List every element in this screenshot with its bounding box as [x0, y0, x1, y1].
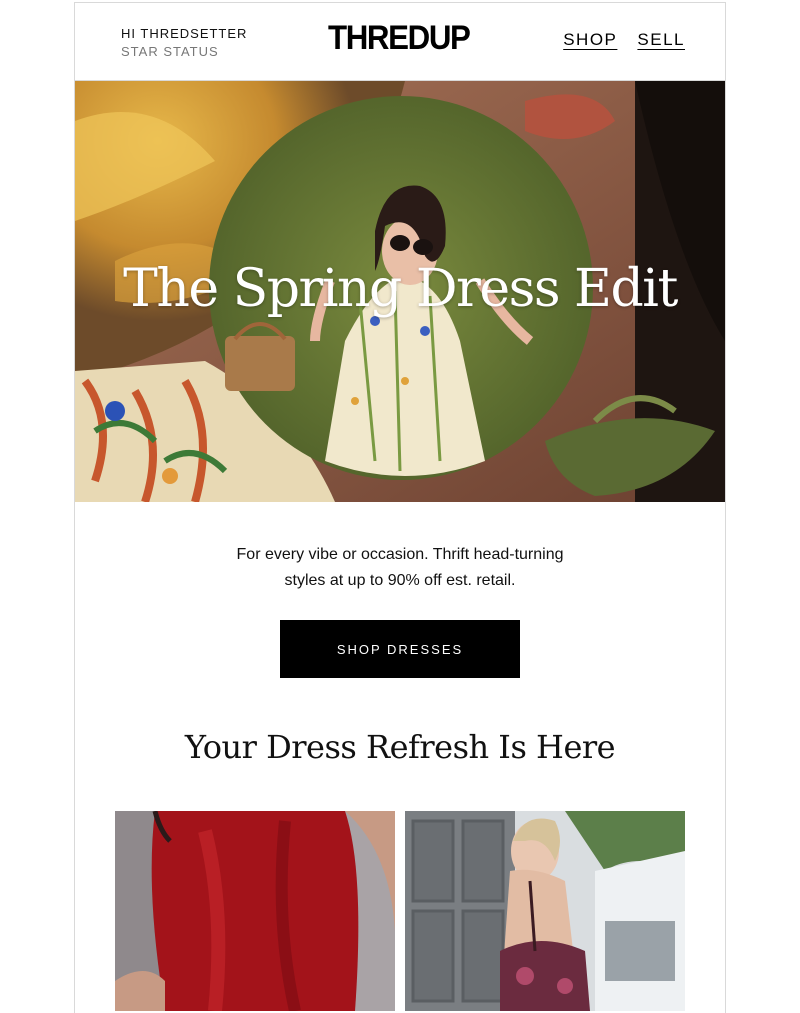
- nav-sell-link[interactable]: SELL: [637, 30, 685, 50]
- intro-line-2: styles at up to 90% off est. retail.: [284, 572, 516, 589]
- status-text: STAR STATUS: [121, 44, 219, 59]
- section-title: Your Dress Refresh Is Here: [184, 728, 616, 766]
- product-grid: [115, 811, 685, 1011]
- intro-line-1: For every vibe or occasion. Thrift head-…: [236, 546, 564, 563]
- red-satin-dress-image: [115, 811, 395, 1011]
- nav-shop-link[interactable]: SHOP: [563, 30, 617, 50]
- hero-title: The Spring Dress Edit: [123, 259, 678, 319]
- greeting-text: HI THREDSETTER: [121, 26, 248, 41]
- brand-logo[interactable]: THREDUP: [328, 19, 471, 58]
- shop-dresses-button[interactable]: SHOP DRESSES: [280, 620, 520, 678]
- intro-text: For every vibe or occasion. Thrift head-…: [220, 542, 580, 594]
- header-nav: SHOP SELL: [563, 30, 685, 50]
- product-card-print-dress[interactable]: [405, 811, 685, 1011]
- email-container: HI THREDSETTER STAR STATUS THREDUP SHOP …: [74, 2, 726, 1013]
- hero-banner[interactable]: The Spring Dress Edit: [75, 81, 725, 502]
- greeting-block: HI THREDSETTER STAR STATUS: [121, 25, 247, 61]
- backless-print-dress-image: [405, 811, 685, 1011]
- product-card-red-dress[interactable]: [115, 811, 395, 1011]
- email-header: HI THREDSETTER STAR STATUS THREDUP SHOP …: [75, 3, 725, 81]
